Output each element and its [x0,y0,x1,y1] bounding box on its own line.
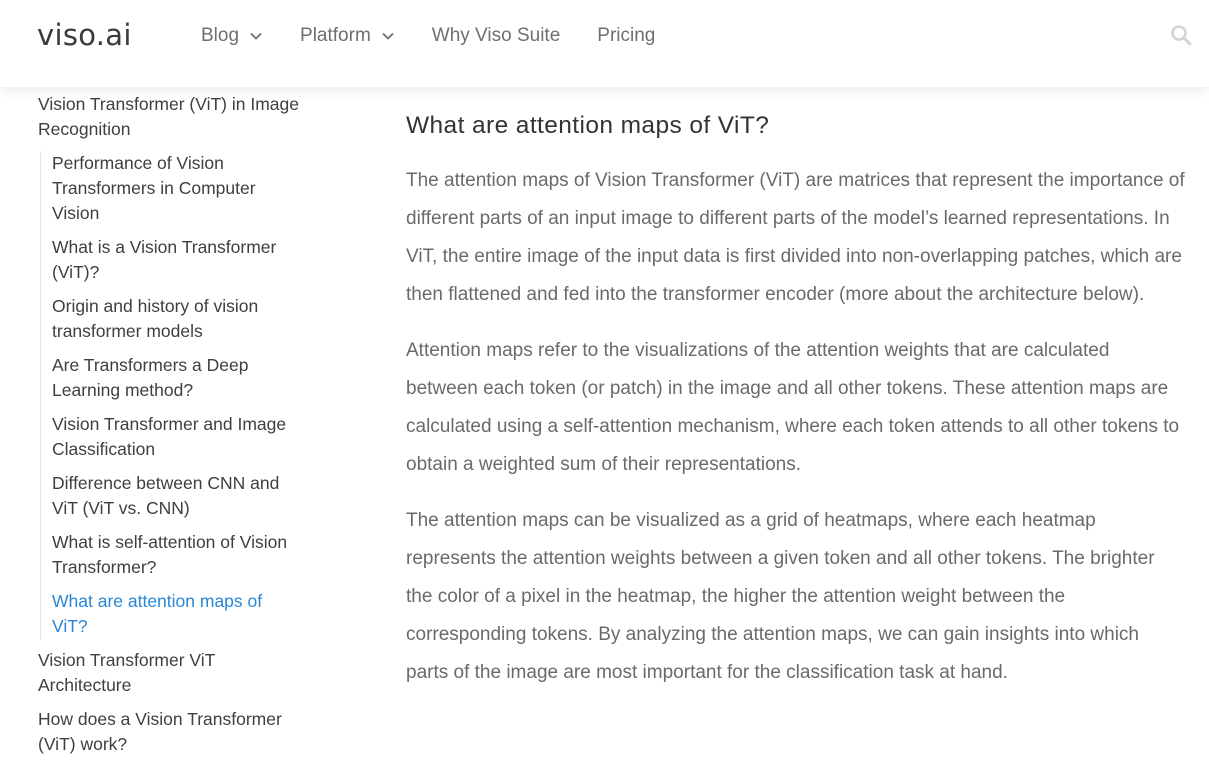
toc-item-deep-learning[interactable]: Are Transformers a Deep Learning method? [52,353,300,403]
chevron-down-icon [381,29,395,43]
article-paragraph: The attention maps can be visualized as … [406,510,1155,683]
table-of-contents: Vision Transformer (ViT) in Image Recogn… [38,92,300,766]
toc-item-vit-image-recognition[interactable]: Vision Transformer (ViT) in Image Recogn… [38,92,300,142]
toc-item-cnn-vs-vit[interactable]: Difference between CNN and ViT (ViT vs. … [52,471,300,521]
logo[interactable]: viso.ai [37,18,132,52]
toc-item-performance[interactable]: Performance of Vision Transformers in Co… [52,151,300,226]
nav-blog[interactable]: Blog [201,25,263,47]
site-header: viso.ai Blog Platform Why Viso Suite Pri… [0,0,1209,87]
nav-pricing[interactable]: Pricing [597,25,655,47]
nav-platform-label: Platform [300,25,371,46]
article-content: What are attention maps of ViT? The atte… [406,112,1186,710]
nav-why-viso-suite[interactable]: Why Viso Suite [432,25,560,47]
article-paragraph: Attention maps refer to the visualizatio… [406,340,1180,475]
nav-why-viso-suite-label: Why Viso Suite [431,25,561,46]
toc-item-self-attention[interactable]: What is self-attention of Vision Transfo… [52,530,300,580]
article-title: What are attention maps of ViT? [406,112,770,139]
article-paragraph: The attention maps of Vision Transformer… [406,170,1185,305]
toc-item-image-classification[interactable]: Vision Transformer and Image Classificat… [52,412,300,462]
toc-item-what-is-vit[interactable]: What is a Vision Transformer (ViT)? [52,235,300,285]
main-nav: Blog Platform Why Viso Suite Pricing [201,25,692,47]
toc-item-origin-history[interactable]: Origin and history of vision transformer… [52,294,300,344]
nav-blog-label: Blog [201,25,240,46]
nav-platform[interactable]: Platform [300,25,395,47]
toc-item-vit-architecture[interactable]: Vision Transformer ViT Architecture [38,648,300,698]
chevron-down-icon [249,29,263,43]
toc-item-attention-maps[interactable]: What are attention maps of ViT? [52,589,300,639]
search-icon[interactable] [1170,24,1194,48]
toc-sublist: Performance of Vision Transformers in Co… [40,151,300,639]
nav-pricing-label: Pricing [597,25,656,46]
